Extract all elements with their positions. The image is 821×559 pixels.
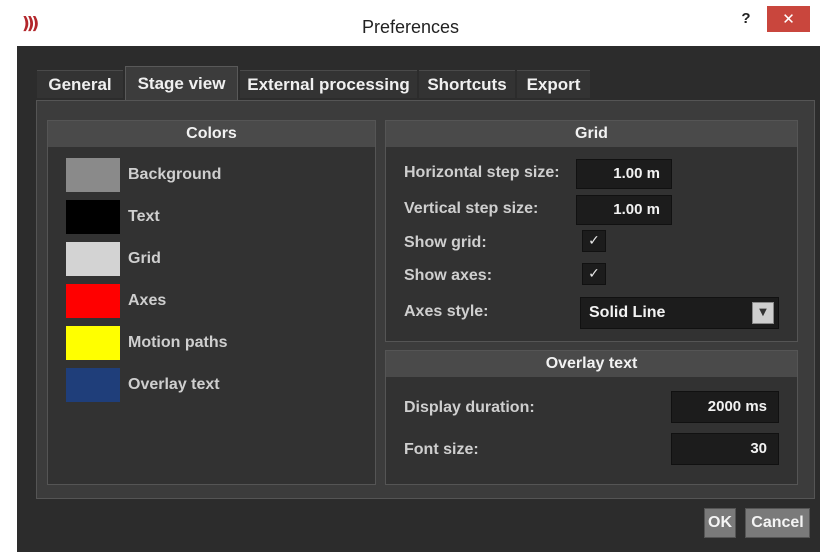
text-color-swatch[interactable] xyxy=(66,200,120,234)
vertical-step-input[interactable]: 1.00 m xyxy=(576,195,672,225)
vertical-step-label: Vertical step size: xyxy=(404,200,539,217)
window-frame-left xyxy=(0,46,17,552)
help-button[interactable]: ? xyxy=(733,8,759,30)
tab-export[interactable]: Export xyxy=(517,70,590,98)
text-color-label: Text xyxy=(128,208,160,225)
cancel-button[interactable]: Cancel xyxy=(745,508,810,538)
tab-general[interactable]: General xyxy=(37,70,123,98)
overlay-text-color-swatch[interactable] xyxy=(66,368,120,402)
grid-color-label: Grid xyxy=(128,250,161,267)
tab-stage-view[interactable]: Stage view xyxy=(125,66,238,100)
check-icon: ✓ xyxy=(588,233,600,249)
axes-style-label: Axes style: xyxy=(404,303,489,320)
grid-group-header: Grid xyxy=(386,121,797,147)
show-axes-label: Show axes: xyxy=(404,267,493,284)
overlay-text-color-label: Overlay text xyxy=(128,376,220,393)
colors-group-header: Colors xyxy=(48,121,375,147)
show-grid-label: Show grid: xyxy=(404,234,487,251)
check-icon: ✓ xyxy=(588,266,600,282)
axes-style-value: Solid Line xyxy=(589,304,666,321)
tab-external-processing[interactable]: External processing xyxy=(240,70,417,98)
close-button[interactable]: ✕ xyxy=(767,6,810,32)
display-duration-input[interactable]: 2000 ms xyxy=(671,391,779,423)
font-size-label: Font size: xyxy=(404,441,479,458)
axes-color-label: Axes xyxy=(128,292,167,309)
overlay-text-group-header: Overlay text xyxy=(386,351,797,377)
grid-group: Grid Horizontal step size: 1.00 m Vertic… xyxy=(385,120,798,342)
display-duration-label: Display duration: xyxy=(404,399,535,416)
background-color-label: Background xyxy=(128,166,222,183)
chevron-down-icon[interactable]: ▼ xyxy=(752,302,774,324)
font-size-input[interactable]: 30 xyxy=(671,433,779,465)
motion-paths-color-label: Motion paths xyxy=(128,334,228,351)
show-grid-checkbox[interactable]: ✓ xyxy=(582,230,606,252)
background-color-swatch[interactable] xyxy=(66,158,120,192)
colors-group: Colors Background Text Grid Axes Motion … xyxy=(47,120,376,485)
window-title: Preferences xyxy=(361,17,460,37)
horizontal-step-label: Horizontal step size: xyxy=(404,164,560,181)
title-bar: ))) Preferences ? ✕ xyxy=(0,0,821,46)
window-frame-bottom xyxy=(0,552,821,559)
motion-paths-color-swatch[interactable] xyxy=(66,326,120,360)
ok-button[interactable]: OK xyxy=(704,508,736,538)
axes-color-swatch[interactable] xyxy=(66,284,120,318)
tab-shortcuts[interactable]: Shortcuts xyxy=(419,70,515,98)
grid-color-swatch[interactable] xyxy=(66,242,120,276)
horizontal-step-input[interactable]: 1.00 m xyxy=(576,159,672,189)
axes-style-dropdown[interactable]: Solid Line ▼ xyxy=(580,297,779,329)
show-axes-checkbox[interactable]: ✓ xyxy=(582,263,606,285)
overlay-text-group: Overlay text Display duration: 2000 ms F… xyxy=(385,350,798,485)
